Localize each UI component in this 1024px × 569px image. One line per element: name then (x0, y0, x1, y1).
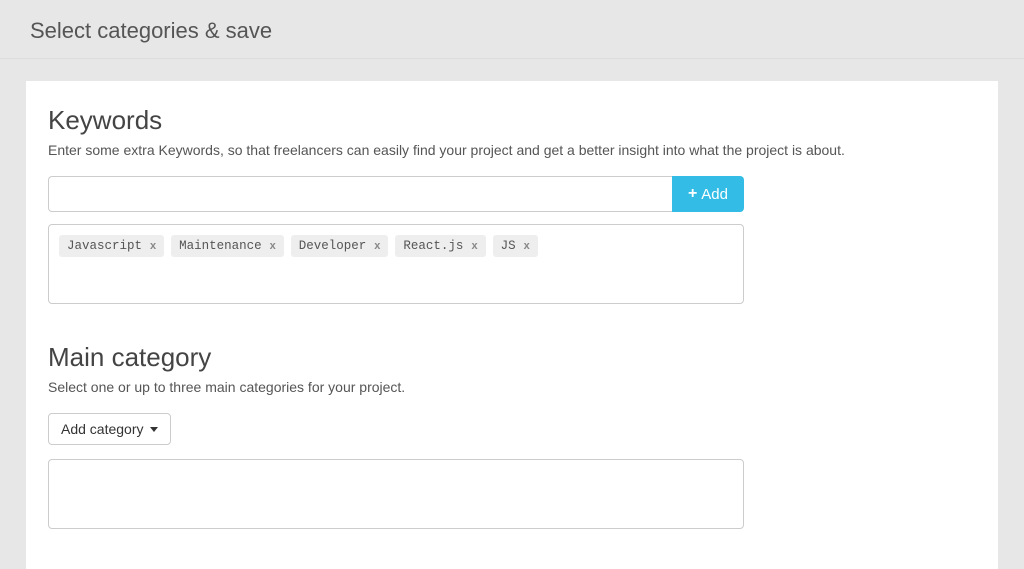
keyword-tag: JS x (493, 235, 538, 257)
remove-tag-icon[interactable]: x (270, 240, 276, 252)
add-button-label: Add (701, 186, 728, 203)
keywords-heading: Keywords (48, 105, 976, 136)
tag-label: JS (501, 239, 516, 253)
add-category-dropdown[interactable]: Add category (48, 413, 171, 445)
caret-down-icon (150, 427, 158, 432)
content-panel: Keywords Enter some extra Keywords, so t… (26, 81, 998, 569)
main-category-description: Select one or up to three main categorie… (48, 379, 976, 395)
keyword-tags-box: Javascript x Maintenance x Developer x R… (48, 224, 744, 304)
remove-tag-icon[interactable]: x (524, 240, 530, 252)
plus-icon: + (688, 186, 697, 202)
keyword-input-row: + Add (48, 176, 744, 212)
tag-label: Developer (299, 239, 367, 253)
keywords-description: Enter some extra Keywords, so that freel… (48, 142, 976, 158)
main-category-heading: Main category (48, 342, 976, 373)
tag-label: React.js (403, 239, 463, 253)
tag-label: Javascript (67, 239, 142, 253)
keywords-section: Keywords Enter some extra Keywords, so t… (48, 105, 976, 304)
category-box (48, 459, 744, 529)
keyword-tag: Maintenance x (171, 235, 284, 257)
remove-tag-icon[interactable]: x (150, 240, 156, 252)
remove-tag-icon[interactable]: x (374, 240, 380, 252)
keyword-input[interactable] (48, 176, 672, 212)
remove-tag-icon[interactable]: x (471, 240, 477, 252)
main-category-section: Main category Select one or up to three … (48, 342, 976, 529)
keyword-tag: Javascript x (59, 235, 164, 257)
add-keyword-button[interactable]: + Add (672, 176, 744, 212)
page-title: Select categories & save (0, 0, 1024, 59)
keyword-tag: React.js x (395, 235, 485, 257)
tag-label: Maintenance (179, 239, 262, 253)
keyword-tag: Developer x (291, 235, 389, 257)
dropdown-label: Add category (61, 421, 144, 437)
